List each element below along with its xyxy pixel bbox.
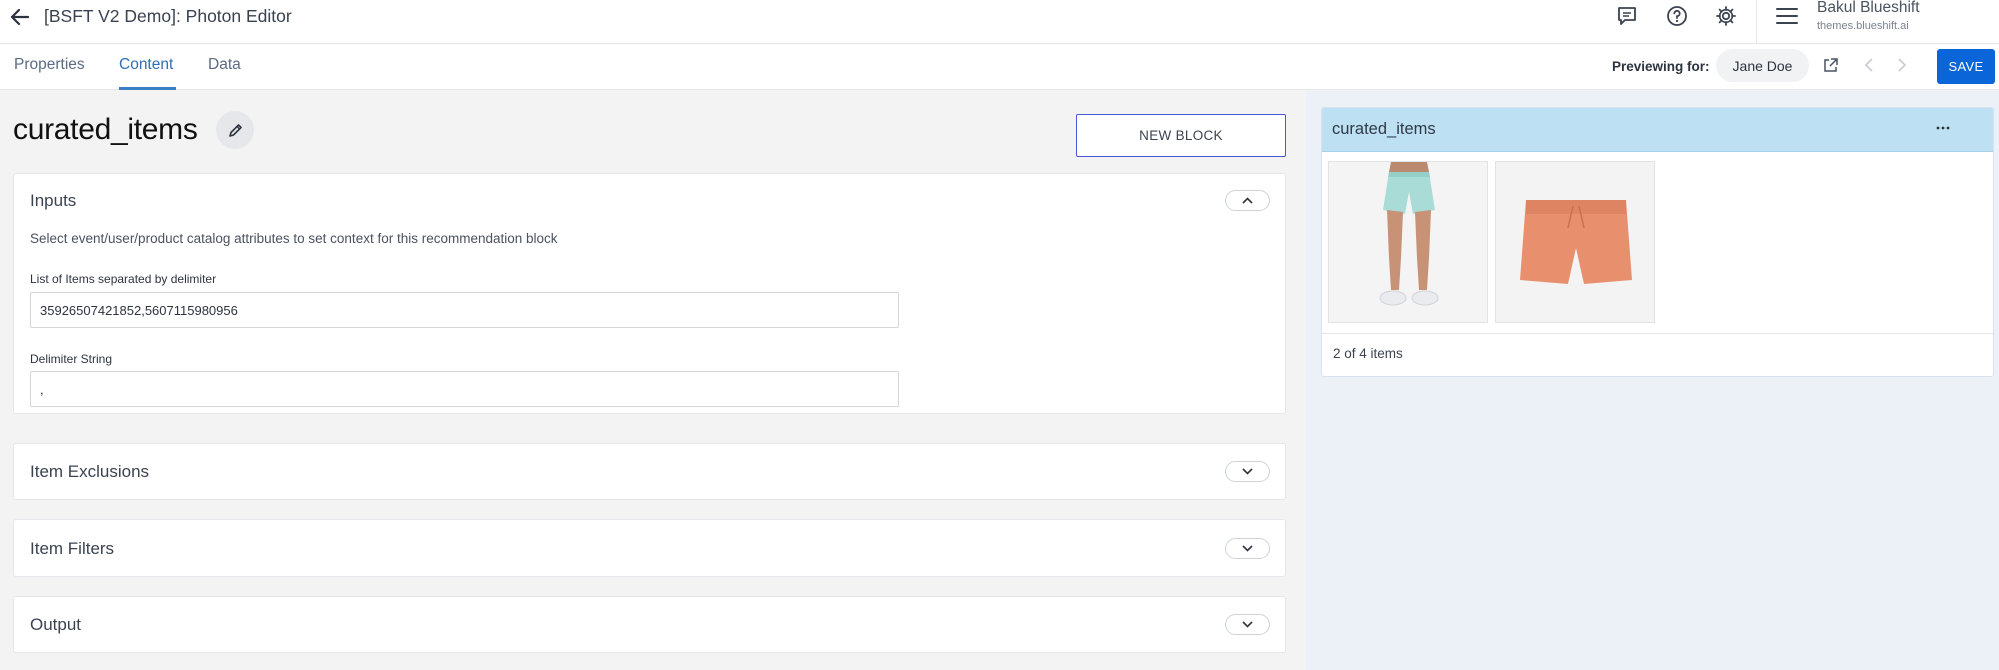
tab-data[interactable]: Data (208, 56, 241, 74)
output-section: Output (13, 596, 1286, 653)
preview-divider (1322, 333, 1993, 334)
preview-user-selector[interactable]: Jane Doe (1716, 49, 1809, 82)
header-divider (1756, 0, 1757, 44)
inputs-section: Inputs Select event/user/product catalog… (13, 173, 1286, 414)
delimiter-label: Delimiter String (30, 352, 113, 366)
product-image-2[interactable] (1495, 161, 1655, 323)
block-title: curated_items (13, 113, 198, 146)
tab-bar: Properties Content Data Previewing for: … (0, 44, 1999, 90)
previewing-for-label: Previewing for: (1612, 59, 1710, 74)
preview-panel: curated_items 2 of 4 items (1306, 91, 1999, 670)
menu-icon (1776, 8, 1798, 24)
chevron-down-icon (1242, 545, 1253, 552)
items-count: 2 of 4 items (1333, 346, 1403, 361)
help-icon (1667, 6, 1687, 26)
previous-user-button[interactable] (1860, 56, 1878, 74)
preview-card-header: curated_items (1322, 108, 1993, 152)
app-title: [BSFT V2 Demo]: Photon Editor (44, 6, 292, 26)
editor-panel: curated_items NEW BLOCK Inputs Select ev… (0, 91, 1305, 670)
product-image-1[interactable] (1328, 161, 1488, 323)
expand-item-exclusions-button[interactable] (1225, 461, 1270, 482)
item-exclusions-section: Item Exclusions (13, 443, 1286, 500)
pencil-icon (228, 123, 242, 137)
list-items-input[interactable] (30, 292, 899, 328)
chevron-down-icon (1242, 621, 1253, 628)
delimiter-input[interactable] (30, 371, 899, 407)
more-horizontal-icon (1936, 126, 1950, 130)
item-filters-title[interactable]: Item Filters (30, 539, 114, 559)
top-bar: [BSFT V2 Demo]: Photon Editor Bakul Blue… (0, 0, 1999, 44)
help-button[interactable] (1665, 4, 1689, 28)
preview-more-button[interactable] (1930, 117, 1956, 139)
expand-output-button[interactable] (1225, 614, 1270, 635)
gear-icon (1716, 6, 1736, 26)
comment-button[interactable] (1615, 4, 1639, 28)
back-button[interactable] (9, 6, 31, 28)
settings-button[interactable] (1714, 4, 1738, 28)
item-filters-section: Item Filters (13, 519, 1286, 577)
external-link-icon (1823, 57, 1838, 72)
collapse-inputs-button[interactable] (1225, 190, 1270, 211)
next-user-button[interactable] (1893, 56, 1911, 74)
recommendation-preview-card: curated_items 2 of 4 items (1321, 107, 1994, 377)
comment-icon (1618, 7, 1636, 25)
new-block-button[interactable]: NEW BLOCK (1076, 114, 1286, 157)
output-title[interactable]: Output (30, 615, 81, 635)
edit-title-button[interactable] (216, 111, 254, 149)
preview-block-title: curated_items (1332, 120, 1436, 138)
inputs-description: Select event/user/product catalog attrib… (30, 231, 558, 246)
active-tab-indicator (119, 87, 176, 90)
user-name[interactable]: Bakul Blueshift (1817, 0, 1920, 17)
user-domain: themes.blueshift.ai (1817, 20, 1909, 32)
chevron-right-icon (1898, 58, 1907, 72)
list-items-label: List of Items separated by delimiter (30, 272, 217, 286)
save-button[interactable]: SAVE (1937, 49, 1995, 84)
item-exclusions-title[interactable]: Item Exclusions (30, 462, 149, 482)
chevron-down-icon (1242, 468, 1253, 475)
back-arrow-icon (11, 9, 29, 25)
chevron-up-icon (1242, 197, 1253, 204)
chevron-left-icon (1864, 58, 1873, 72)
tab-content[interactable]: Content (119, 56, 173, 74)
main-menu-button[interactable] (1775, 4, 1799, 28)
product-photo (1496, 162, 1654, 322)
tab-properties[interactable]: Properties (14, 56, 85, 74)
product-photo (1329, 162, 1487, 322)
inputs-title[interactable]: Inputs (30, 191, 76, 211)
open-external-button[interactable] (1821, 56, 1839, 74)
expand-item-filters-button[interactable] (1225, 538, 1270, 559)
